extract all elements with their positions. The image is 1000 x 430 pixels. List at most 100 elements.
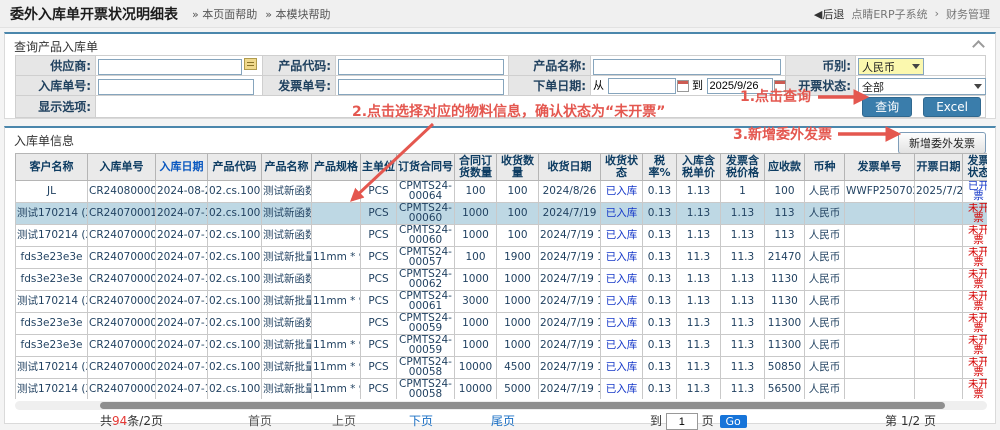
column-header[interactable]: 入库日期 [156, 154, 208, 181]
table-row[interactable]: fds3e23e3eCR2407000072024-07-1902.cs.100… [16, 269, 988, 291]
table-cell[interactable]: 2024-07-19 [156, 225, 208, 247]
table-cell[interactable]: 11300 [765, 335, 805, 357]
inbound-no-input[interactable] [98, 79, 254, 95]
table-cell[interactable] [312, 313, 361, 335]
table-cell[interactable] [915, 269, 963, 291]
table-cell[interactable]: 100 [455, 247, 497, 269]
product-name-input[interactable] [593, 59, 781, 75]
table-cell[interactable]: 已入库 [601, 291, 643, 313]
goto-page-input[interactable] [666, 413, 698, 430]
invoice-status-select[interactable]: 全部 [858, 78, 986, 95]
table-cell[interactable]: 未开票 [963, 379, 988, 400]
table-cell[interactable]: 11.3 [677, 313, 721, 335]
table-cell[interactable]: 已入库 [601, 181, 643, 203]
table-cell[interactable]: 0.13 [643, 225, 677, 247]
table-cell[interactable]: 02.cs.100241 [208, 313, 262, 335]
table-row[interactable]: 测试170214 (XX)CR2407000072024-07-1902.cs.… [16, 291, 988, 313]
table-cell[interactable]: 0.13 [643, 247, 677, 269]
table-cell[interactable]: 2024-08-26 [156, 181, 208, 203]
table-cell[interactable]: 02.cs.100246 [208, 379, 262, 400]
table-cell[interactable]: 113 [765, 225, 805, 247]
table-cell[interactable]: 未开票 [963, 291, 988, 313]
table-cell[interactable]: 11mm * 95m [312, 379, 361, 400]
table-cell[interactable]: JL [16, 181, 88, 203]
excel-button[interactable]: Excel [923, 97, 981, 117]
table-cell[interactable]: 10000 [455, 379, 497, 400]
table-cell[interactable]: 未开票 [963, 335, 988, 357]
table-cell[interactable]: 1.13 [721, 203, 765, 225]
table-cell[interactable]: 1.13 [677, 203, 721, 225]
table-cell[interactable] [845, 335, 915, 357]
calendar-icon[interactable] [677, 80, 689, 92]
lookup-icon[interactable] [244, 58, 257, 70]
table-cell[interactable]: 11.3 [721, 313, 765, 335]
table-cell[interactable]: 100 [497, 203, 539, 225]
table-cell[interactable]: 测试新批量领 [262, 291, 312, 313]
table-cell[interactable] [845, 357, 915, 379]
table-cell[interactable]: 100 [455, 181, 497, 203]
table-cell[interactable]: 测试新批量领 [262, 335, 312, 357]
table-cell[interactable]: CPMTS24-00057 [397, 247, 455, 269]
table-cell[interactable]: 2024/7/19 10 [539, 269, 601, 291]
table-cell[interactable]: 1000 [455, 335, 497, 357]
table-cell[interactable]: 11mm * 95m [312, 291, 361, 313]
table-cell[interactable]: 未开票 [963, 357, 988, 379]
table-cell[interactable]: 11.3 [677, 357, 721, 379]
table-cell[interactable]: 1000 [455, 313, 497, 335]
table-cell[interactable] [845, 313, 915, 335]
table-cell[interactable]: 02.cs.100246 [208, 357, 262, 379]
table-cell[interactable]: 测试170214 (XX) [16, 379, 88, 400]
table-cell[interactable]: 2024/7/19 10 [539, 313, 601, 335]
table-cell[interactable]: 已开票 [963, 181, 988, 203]
table-cell[interactable]: 11.3 [721, 379, 765, 400]
table-cell[interactable]: 11mm * 95m [312, 357, 361, 379]
table-cell[interactable]: fds3e23e3e [16, 335, 88, 357]
table-cell[interactable]: CR240700006 [88, 335, 156, 357]
table-cell[interactable] [915, 335, 963, 357]
table-cell[interactable]: 50850 [765, 357, 805, 379]
date-from-input[interactable] [608, 78, 676, 94]
supplier-input[interactable] [98, 59, 242, 75]
table-row[interactable]: fds3e23e3eCR2407000062024-07-1902.cs.100… [16, 313, 988, 335]
table-cell[interactable]: CPMTS24-00059 [397, 313, 455, 335]
table-cell[interactable]: 02.cs.100241 [208, 181, 262, 203]
table-cell[interactable]: 测试新批量领 [262, 379, 312, 400]
table-row[interactable]: JLCR2408000012024-08-2602.cs.100241测试新函数… [16, 181, 988, 203]
table-cell[interactable]: CR240700004 [88, 379, 156, 400]
table-cell[interactable]: 人民币 [805, 379, 845, 400]
table-cell[interactable]: 人民币 [805, 357, 845, 379]
query-button[interactable]: 查询 [862, 97, 912, 117]
table-cell[interactable] [312, 225, 361, 247]
table-cell[interactable]: 4500 [497, 357, 539, 379]
table-cell[interactable]: 未开票 [963, 225, 988, 247]
table-cell[interactable]: 2024-07-19 [156, 291, 208, 313]
table-cell[interactable]: 2024-07-19 [156, 335, 208, 357]
table-cell[interactable]: 11.3 [721, 335, 765, 357]
table-cell[interactable] [845, 225, 915, 247]
table-cell[interactable]: 100 [497, 225, 539, 247]
table-cell[interactable]: WWFP250702001 [845, 181, 915, 203]
table-cell[interactable] [845, 291, 915, 313]
table-cell[interactable]: PCS [361, 291, 397, 313]
table-cell[interactable]: 11300 [765, 313, 805, 335]
table-cell[interactable]: 1.13 [677, 181, 721, 203]
table-cell[interactable]: CPMTS24-00064 [397, 181, 455, 203]
table-cell[interactable]: 未开票 [963, 203, 988, 225]
table-cell[interactable]: PCS [361, 379, 397, 400]
scrollbar-thumb[interactable] [100, 402, 945, 409]
table-cell[interactable]: 11.3 [677, 335, 721, 357]
table-cell[interactable] [312, 181, 361, 203]
table-cell[interactable]: 1000 [497, 313, 539, 335]
table-cell[interactable]: CPMTS24-00058 [397, 379, 455, 400]
table-cell[interactable]: fds3e23e3e [16, 269, 88, 291]
table-cell[interactable]: 1000 [497, 335, 539, 357]
table-cell[interactable]: CPMTS24-00058 [397, 357, 455, 379]
table-cell[interactable]: CR240700010 [88, 203, 156, 225]
table-cell[interactable]: 02.cs.100241 [208, 225, 262, 247]
table-cell[interactable] [312, 203, 361, 225]
table-cell[interactable]: 测试新函数成 [262, 225, 312, 247]
product-code-input[interactable] [338, 59, 504, 75]
table-cell[interactable]: CPMTS24-00059 [397, 335, 455, 357]
table-cell[interactable]: 人民币 [805, 313, 845, 335]
table-cell[interactable]: 11.3 [677, 247, 721, 269]
